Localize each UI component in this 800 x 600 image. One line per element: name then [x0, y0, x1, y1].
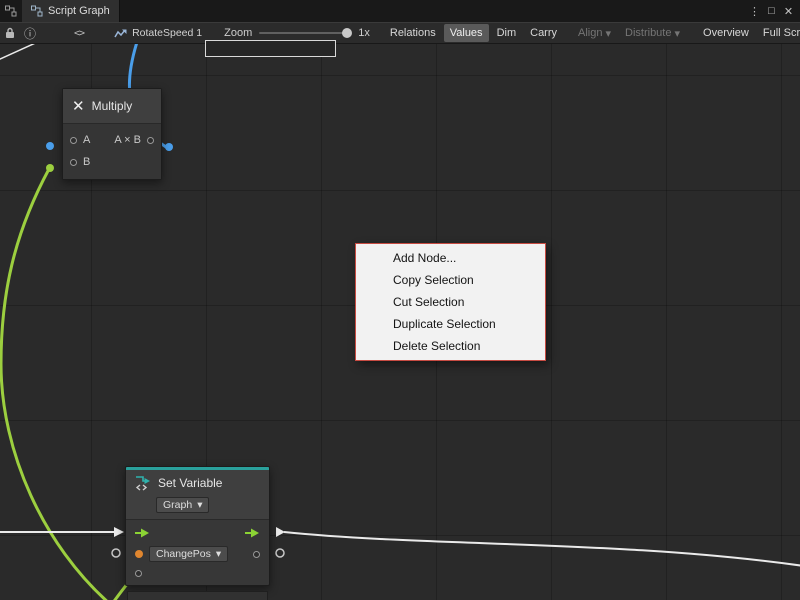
multiply-node-body: A A × B B	[63, 124, 161, 179]
script-graph-icon	[31, 5, 43, 17]
value-port-orange[interactable]	[135, 550, 143, 558]
set-variable-icon	[135, 475, 151, 491]
port-b-input[interactable]	[70, 159, 77, 166]
variable-dropdown[interactable]: ChangePos ▾	[149, 546, 228, 562]
breadcrumb-label: RotateSpeed 1	[132, 27, 202, 39]
code-view-icon[interactable]: <>	[60, 28, 98, 39]
chevron-down-icon: ▾	[605, 27, 611, 40]
tabbar-spacer	[120, 0, 746, 22]
set-variable-scope-row: Graph ▾	[126, 495, 269, 520]
window-controls: ⋮ □ ✕	[746, 0, 800, 22]
multiply-row-a: A A × B	[63, 129, 161, 151]
lock-button[interactable]	[0, 23, 20, 43]
inline-edit-field[interactable]	[205, 40, 336, 57]
tab-title: Script Graph	[48, 5, 110, 17]
scope-dropdown[interactable]: Graph ▾	[156, 497, 209, 513]
menu-item-add-node[interactable]: Add Node...	[356, 247, 545, 269]
variable-name-label: ChangePos	[156, 548, 211, 560]
set-variable-header[interactable]: Set Variable	[126, 470, 269, 495]
port-a-label: A	[83, 134, 90, 146]
tab-script-graph[interactable]: Script Graph	[22, 0, 120, 22]
port-ring-right[interactable]	[276, 549, 284, 557]
graph-breadcrumb[interactable]: RotateSpeed 1	[114, 27, 202, 39]
wire-white-arrowhead-out	[276, 527, 285, 537]
zoom-value: 1x	[358, 27, 370, 39]
multiply-row-b: B	[63, 151, 161, 173]
flow-port-row	[126, 523, 269, 543]
relations-button[interactable]: Relations	[384, 24, 442, 42]
full-screen-button[interactable]: Full Screen	[757, 24, 800, 42]
panel-corner-icon[interactable]	[0, 0, 22, 22]
graph-panel-icon	[5, 5, 17, 17]
distribute-label: Distribute	[625, 27, 671, 39]
dim-button[interactable]: Dim	[491, 24, 523, 42]
window-menu-icon[interactable]: ⋮	[746, 5, 763, 18]
wire-white-topleft	[0, 44, 42, 60]
zoom-label: Zoom	[224, 27, 252, 39]
zoom-slider[interactable]	[259, 32, 351, 34]
graph-asset-icon	[114, 28, 127, 39]
wire-green-long	[1, 169, 110, 600]
info-icon[interactable]: ⓘ	[20, 25, 40, 42]
set-variable-title: Set Variable	[158, 476, 222, 490]
extra-port-row	[126, 565, 269, 585]
zoom-control: Zoom 1x	[224, 27, 370, 39]
flow-out-icon[interactable]	[245, 528, 260, 538]
set-variable-value-box[interactable]	[127, 591, 268, 600]
maximize-icon[interactable]: □	[763, 5, 780, 17]
lock-icon	[5, 27, 15, 39]
values-button[interactable]: Values	[444, 24, 489, 42]
menu-item-copy-selection[interactable]: Copy Selection	[356, 269, 545, 291]
zoom-slider-knob[interactable]	[342, 28, 352, 38]
multiply-node-header[interactable]: ✕ Multiply	[63, 89, 161, 124]
scope-label: Graph	[163, 499, 192, 511]
align-dropdown[interactable]: Align ▾	[572, 24, 617, 43]
carry-button[interactable]: Carry	[524, 24, 563, 42]
toolbar-buttons: Relations Values Dim Carry Align ▾ Distr…	[383, 24, 800, 43]
wire-white-arrowhead-in	[114, 527, 124, 537]
menu-item-delete-selection[interactable]: Delete Selection	[356, 335, 545, 357]
multiply-node-title: Multiply	[92, 99, 133, 113]
graph-toolbar: ⓘ <> RotateSpeed 1 Zoom 1x Relations Val…	[0, 22, 800, 44]
distribute-dropdown[interactable]: Distribute ▾	[619, 24, 686, 43]
set-variable-node[interactable]: Set Variable Graph ▾ ChangePos ▾	[125, 466, 270, 586]
chevron-down-icon: ▾	[216, 548, 221, 560]
multiply-icon: ✕	[72, 97, 85, 115]
wire-white-flow-out	[284, 532, 800, 566]
multiply-node[interactable]: ✕ Multiply A A × B B	[62, 88, 162, 180]
variable-value-row: ChangePos ▾	[126, 543, 269, 565]
extra-input-port[interactable]	[135, 570, 142, 577]
port-dot-green-b-input[interactable]	[46, 164, 54, 172]
menu-item-duplicate-selection[interactable]: Duplicate Selection	[356, 313, 545, 335]
close-icon[interactable]: ✕	[780, 5, 797, 18]
chevron-down-icon: ▾	[197, 499, 202, 511]
align-label: Align	[578, 27, 602, 39]
window-tab-bar: Script Graph ⋮ □ ✕	[0, 0, 800, 22]
port-b-label: B	[83, 156, 90, 168]
port-ring-left[interactable]	[112, 549, 120, 557]
port-output-label: A × B	[114, 134, 141, 146]
menu-item-cut-selection[interactable]: Cut Selection	[356, 291, 545, 313]
flow-in-icon[interactable]	[135, 528, 150, 538]
chevron-down-icon: ▾	[674, 27, 680, 40]
overview-button[interactable]: Overview	[697, 24, 755, 42]
graph-canvas[interactable]: ✕ Multiply A A × B B	[0, 44, 800, 600]
value-out-port[interactable]	[253, 551, 260, 558]
port-dot-blue-a-input[interactable]	[46, 142, 54, 150]
port-a-input[interactable]	[70, 137, 77, 144]
port-dot-blue-output[interactable]	[165, 143, 173, 151]
port-output[interactable]	[147, 137, 154, 144]
context-menu: Add Node... Copy Selection Cut Selection…	[355, 243, 546, 361]
